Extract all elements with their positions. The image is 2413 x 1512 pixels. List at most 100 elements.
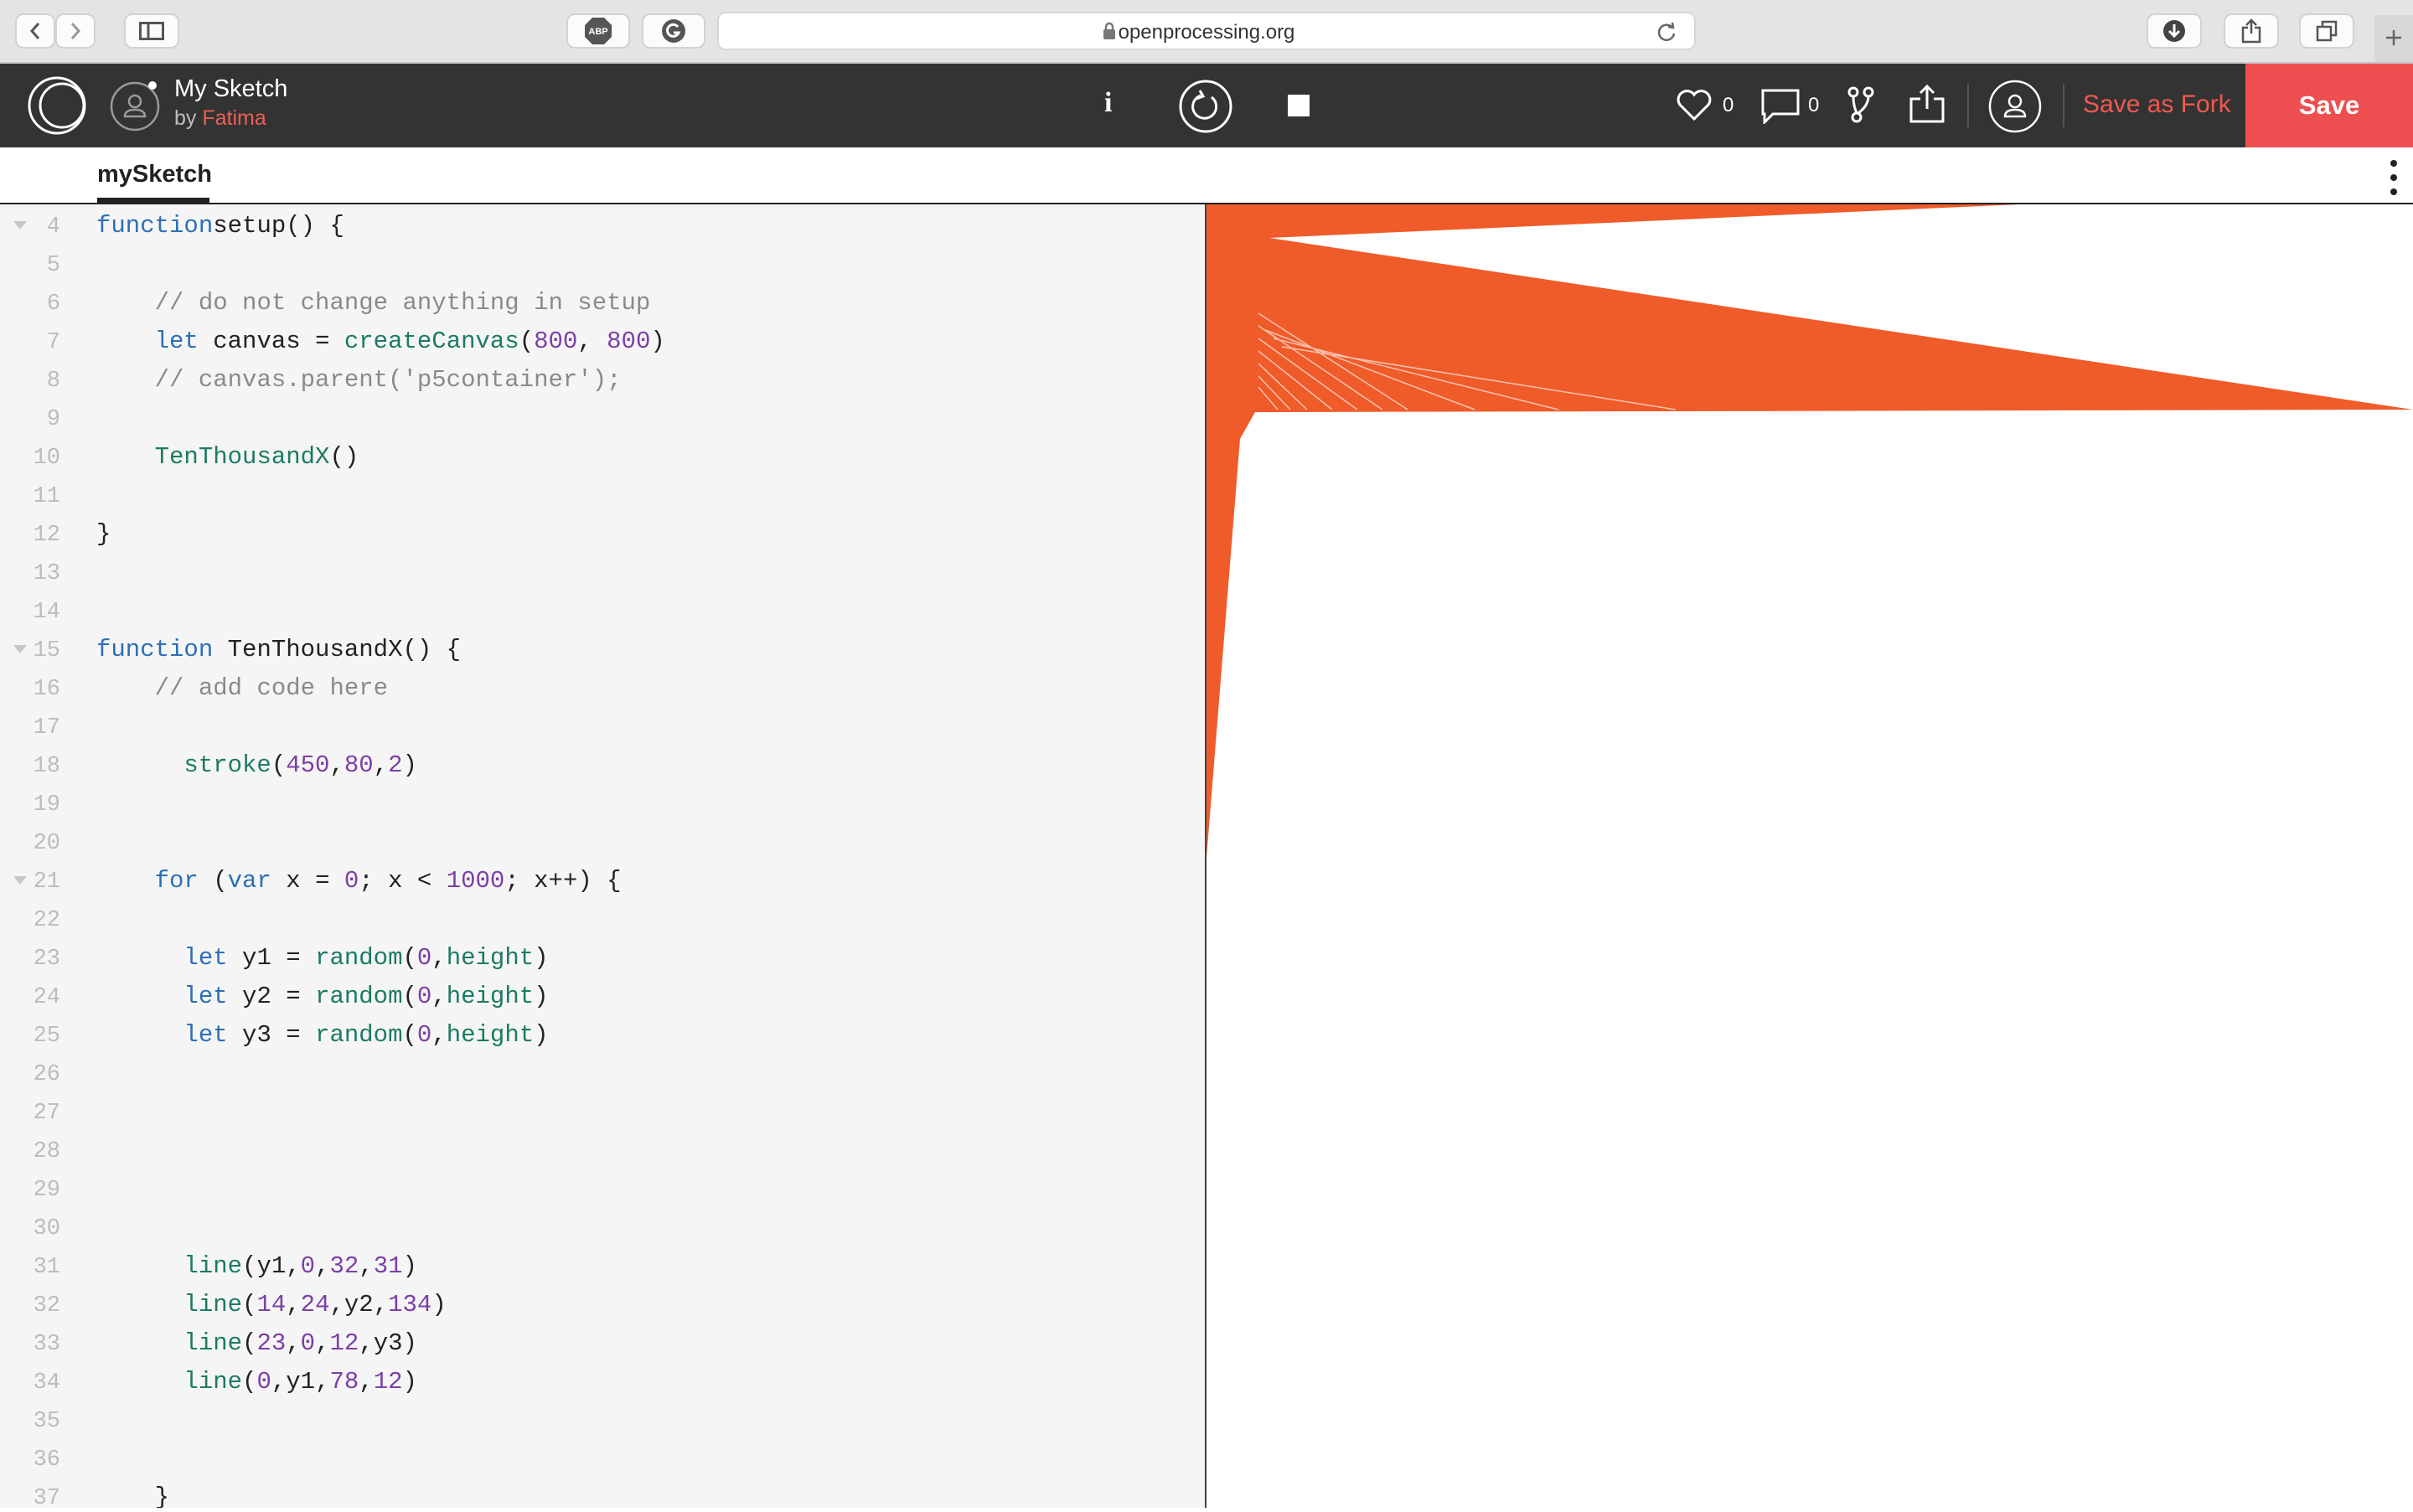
downloads-button[interactable] xyxy=(2147,13,2202,49)
sidebar-icon xyxy=(139,22,164,40)
line-number: 12 xyxy=(33,523,60,548)
code-text: } xyxy=(96,520,111,548)
line-number: 18 xyxy=(33,754,60,779)
code-editor[interactable]: 4 functionsetup() {5 6 // do not change an… xyxy=(0,204,1205,1508)
line-number: 10 xyxy=(33,446,60,471)
new-tab-button[interactable] xyxy=(2374,15,2413,62)
tabs-overview-button[interactable] xyxy=(2299,13,2354,49)
heart-icon[interactable] xyxy=(1676,89,1713,122)
code-text: for (var x = 0; x < 1000; x++) { xyxy=(154,867,622,895)
active-tab-indicator xyxy=(97,198,209,203)
line-number: 4 xyxy=(46,214,60,240)
fork-icon[interactable] xyxy=(1847,85,1875,124)
code-text: line(23,0,12,y3) xyxy=(183,1329,417,1357)
line-number: 30 xyxy=(33,1216,60,1241)
code-text: line(14,24,y2,134) xyxy=(183,1291,447,1318)
openprocessing-logo-icon[interactable] xyxy=(25,75,89,136)
code-text: TenThousandX() xyxy=(154,443,359,471)
line-number: 8 xyxy=(46,369,60,394)
line-number: 19 xyxy=(33,792,60,818)
code-text: line(y1,0,32,31) xyxy=(183,1252,417,1280)
line-number: 9 xyxy=(46,407,60,432)
code-text: let y2 = random(0,height) xyxy=(183,983,549,1010)
line-number: 16 xyxy=(33,677,60,702)
line-number: 36 xyxy=(33,1447,60,1473)
line-number: 35 xyxy=(33,1409,60,1434)
line-number: 20 xyxy=(33,831,60,856)
code-text: // add code here xyxy=(154,674,389,702)
code-text: let canvas = createCanvas(800, 800) xyxy=(154,328,665,355)
header-divider xyxy=(2063,84,2064,127)
comment-icon[interactable] xyxy=(1761,89,1800,124)
line-number: 24 xyxy=(33,985,60,1010)
line-number: 27 xyxy=(33,1101,60,1126)
svg-text:ABP: ABP xyxy=(588,27,607,37)
abp-icon: ABP xyxy=(585,18,612,44)
plus-icon xyxy=(2386,30,2401,45)
line-number: 11 xyxy=(33,484,60,509)
line-number: 23 xyxy=(33,947,60,972)
restart-button[interactable] xyxy=(1178,79,1233,134)
code-text: let y1 = random(0,height) xyxy=(183,944,549,972)
info-button[interactable]: i xyxy=(1104,87,1112,119)
line-number: 13 xyxy=(33,561,60,586)
browser-toolbar: ABP openprocessing.org xyxy=(0,0,2413,64)
author-link[interactable]: Fatima xyxy=(202,106,266,130)
download-icon xyxy=(2163,20,2185,42)
code-text: // do not change anything in setup xyxy=(154,289,651,317)
sketch-title[interactable]: My Sketch xyxy=(174,75,287,103)
byline-prefix: by xyxy=(174,106,197,130)
line-number: 33 xyxy=(33,1332,60,1357)
save-button[interactable]: Save xyxy=(2245,64,2413,147)
code-text: stroke(450,80,2) xyxy=(183,751,417,779)
author-avatar[interactable] xyxy=(109,79,163,132)
share-sketch-icon[interactable] xyxy=(1909,84,1945,124)
code-text: let y3 = random(0,height) xyxy=(183,1021,549,1049)
share-icon xyxy=(2241,18,2261,44)
user-profile-icon[interactable] xyxy=(1987,79,2043,134)
likes-count: 0 xyxy=(1723,94,1734,116)
line-number: 28 xyxy=(33,1139,60,1164)
line-number: 7 xyxy=(46,330,60,355)
reload-icon[interactable] xyxy=(1656,22,1677,44)
sketch-drawing xyxy=(1206,204,2413,858)
tab-mysketch[interactable]: mySketch xyxy=(97,161,212,188)
line-number: 34 xyxy=(33,1370,60,1396)
address-url: openprocessing.org xyxy=(1118,21,1295,44)
sketch-canvas[interactable] xyxy=(1206,204,2413,1508)
code-text: } xyxy=(96,1484,170,1508)
forward-button[interactable] xyxy=(55,13,96,49)
file-tab-bar xyxy=(0,147,2413,204)
line-number: 22 xyxy=(33,908,60,933)
line-number: 17 xyxy=(33,715,60,741)
tabs-icon xyxy=(2316,20,2338,42)
line-number: 37 xyxy=(33,1486,60,1508)
line-number: 31 xyxy=(33,1255,60,1280)
grammarly-icon xyxy=(662,19,685,43)
lock-icon xyxy=(1103,22,1115,39)
stop-button[interactable] xyxy=(1287,94,1310,117)
line-number: 29 xyxy=(33,1178,60,1203)
sketch-output xyxy=(1206,204,2413,858)
line-number: 6 xyxy=(46,292,60,317)
line-number: 25 xyxy=(33,1024,60,1049)
line-number: 5 xyxy=(46,253,60,278)
code-text: function TenThousandX() { xyxy=(96,636,462,663)
grammarly-extension-button[interactable] xyxy=(642,13,705,49)
line-number: 14 xyxy=(33,600,60,625)
sidebar-toggle-button[interactable] xyxy=(124,13,179,49)
line-number: 32 xyxy=(33,1293,60,1318)
chevron-right-icon xyxy=(70,23,81,39)
share-button[interactable] xyxy=(2224,13,2279,49)
address-bar[interactable]: openprocessing.org xyxy=(717,12,1696,50)
line-number: 26 xyxy=(33,1062,60,1087)
more-options-icon[interactable] xyxy=(2390,159,2398,196)
save-button-label: Save xyxy=(2298,90,2360,120)
save-as-fork-button[interactable]: Save as Fork xyxy=(2083,90,2231,119)
line-number: 21 xyxy=(33,870,60,895)
chevron-left-icon xyxy=(29,23,40,39)
back-button[interactable] xyxy=(15,13,55,49)
adblock-extension-button[interactable]: ABP xyxy=(566,13,630,49)
code-text: line(0,y1,78,12) xyxy=(183,1368,417,1396)
line-number: 15 xyxy=(33,638,60,663)
